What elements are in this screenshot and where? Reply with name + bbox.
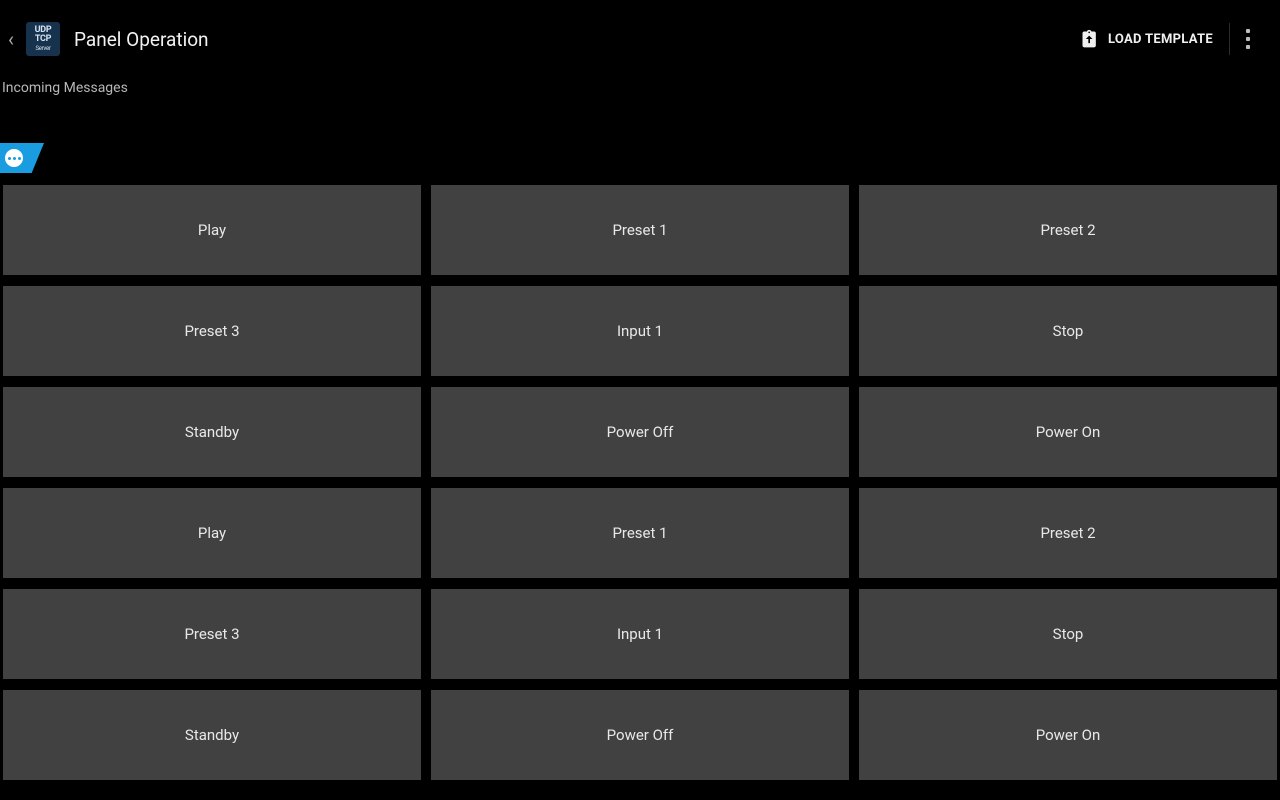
panel-button-label: Power Off <box>607 423 674 441</box>
panel-button-label: Preset 1 <box>612 221 667 239</box>
panel-button-label: Preset 3 <box>184 625 239 643</box>
panel-button[interactable]: Preset 1 <box>431 185 849 275</box>
back-chevron-icon[interactable]: ‹ <box>6 27 16 51</box>
panel-button[interactable]: Stop <box>859 589 1277 679</box>
panel-button-label: Preset 1 <box>612 524 667 542</box>
panel-button-label: Standby <box>185 423 239 441</box>
clipboard-upload-icon <box>1080 29 1100 49</box>
load-template-label: LOAD TEMPLATE <box>1108 32 1213 47</box>
panel-button-label: Stop <box>1053 322 1084 340</box>
overflow-menu-button[interactable] <box>1230 0 1266 78</box>
panel-button-label: Play <box>198 221 226 239</box>
panel-button[interactable]: Input 1 <box>431 286 849 376</box>
panel-button-label: Preset 3 <box>184 322 239 340</box>
overflow-dot-icon <box>1246 37 1250 41</box>
panel-button[interactable]: Play <box>3 488 421 578</box>
panel-button[interactable]: Stop <box>859 286 1277 376</box>
panel-button-label: Play <box>198 524 226 542</box>
panel-button[interactable]: Preset 3 <box>3 286 421 376</box>
panel-button[interactable]: Power Off <box>431 387 849 477</box>
panel-button-label: Standby <box>185 726 239 744</box>
panel-button-label: Preset 2 <box>1040 524 1095 542</box>
header-left: ‹ UDP TCP Server Panel Operation <box>6 22 209 56</box>
overflow-dot-icon <box>1246 29 1250 33</box>
panel-button[interactable]: Standby <box>3 387 421 477</box>
panel-button[interactable]: Preset 2 <box>859 488 1277 578</box>
panel-button[interactable]: Preset 3 <box>3 589 421 679</box>
panel-button[interactable]: Power Off <box>431 690 849 780</box>
panel-button[interactable]: Preset 2 <box>859 185 1277 275</box>
panel-button-label: Stop <box>1053 625 1084 643</box>
panel-button-label: Preset 2 <box>1040 221 1095 239</box>
panel-button-label: Input 1 <box>617 625 663 643</box>
app-logo-line3: Server <box>35 44 50 53</box>
panel-button[interactable]: Preset 1 <box>431 488 849 578</box>
panel-button-grid: Play Preset 1 Preset 2 Preset 3 Input 1 Stop S… <box>3 185 1277 780</box>
panel-button[interactable]: Power On <box>859 690 1277 780</box>
panel-button[interactable]: Input 1 <box>431 589 849 679</box>
load-template-button[interactable]: LOAD TEMPLATE <box>1064 0 1229 78</box>
app-logo-line2: TCP <box>35 35 51 44</box>
app-logo-icon[interactable]: UDP TCP Server <box>26 22 60 56</box>
panel-button[interactable]: Standby <box>3 690 421 780</box>
panel-button[interactable]: Play <box>3 185 421 275</box>
drawer-open-tab[interactable] <box>0 143 44 173</box>
overflow-dot-icon <box>1246 45 1250 49</box>
panel-button[interactable]: Power On <box>859 387 1277 477</box>
panel-button-label: Power On <box>1036 423 1101 441</box>
action-bar: ‹ UDP TCP Server Panel Operation LOAD TE… <box>0 0 1280 78</box>
drawer-ellipsis-icon <box>5 149 23 167</box>
panel-button-label: Input 1 <box>617 322 663 340</box>
header-right: LOAD TEMPLATE <box>1064 0 1266 78</box>
page-title: Panel Operation <box>74 28 209 51</box>
panel-button-label: Power On <box>1036 726 1101 744</box>
incoming-messages-label: Incoming Messages <box>0 78 1280 96</box>
panel-button-label: Power Off <box>607 726 674 744</box>
